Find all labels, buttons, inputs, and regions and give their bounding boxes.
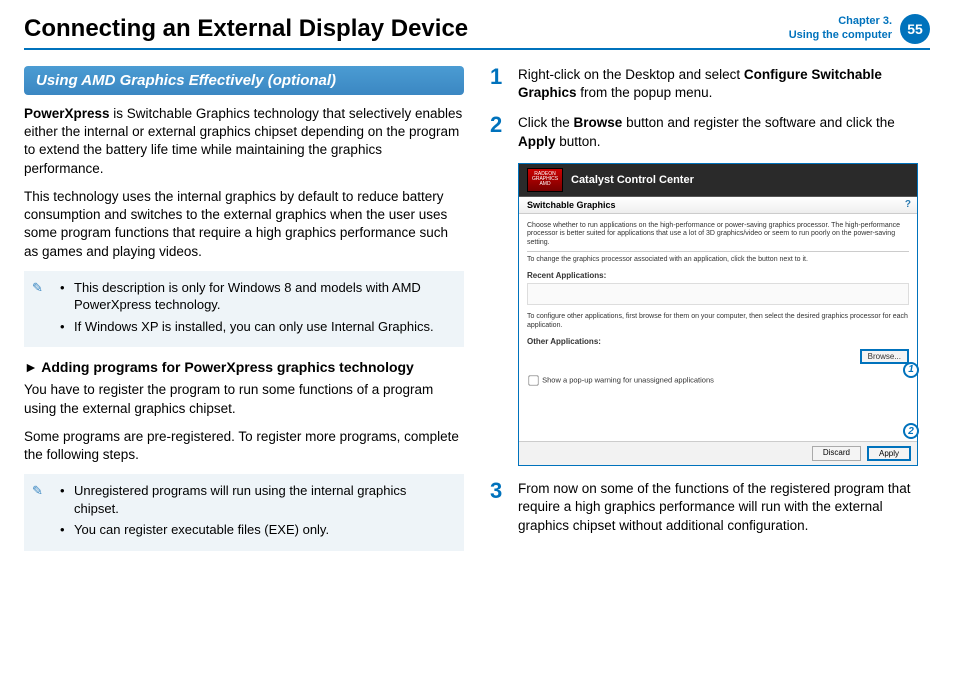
- page-title: Connecting an External Display Device: [24, 15, 789, 43]
- radeon-badge-icon: RADEON GRAPHICS AMD: [527, 168, 563, 192]
- warning-checkbox[interactable]: [528, 376, 538, 386]
- note-icon: ✎: [32, 482, 43, 500]
- step-number: 3: [490, 480, 508, 535]
- warning-checkbox-row: Show a pop-up warning for unassigned app…: [527, 370, 909, 391]
- paragraph-preregistered: Some programs are pre-registered. To reg…: [24, 428, 464, 464]
- ccc-description-3: To configure other applications, first b…: [527, 309, 909, 334]
- apply-button[interactable]: Apply: [867, 446, 911, 461]
- discard-button[interactable]: Discard: [812, 446, 861, 461]
- chapter-line1: Chapter 3.: [789, 15, 892, 29]
- step-3-text: From now on some of the functions of the…: [518, 480, 930, 535]
- paragraph-technology: This technology uses the internal graphi…: [24, 188, 464, 261]
- step-number: 1: [490, 66, 508, 102]
- other-applications-label: Other Applications:: [527, 337, 909, 346]
- note-box-1: ✎ This description is only for Windows 8…: [24, 271, 464, 348]
- step-3: 3 From now on some of the functions of t…: [490, 480, 930, 535]
- right-column: 1 Right-click on the Desktop and select …: [490, 66, 930, 563]
- section-heading: Using AMD Graphics Effectively (optional…: [24, 66, 464, 95]
- step-1: 1 Right-click on the Desktop and select …: [490, 66, 930, 102]
- ccc-title: Catalyst Control Center: [571, 174, 694, 186]
- step-2-mid: button and register the software and cli…: [622, 115, 894, 130]
- step-2-text: Click the Browse button and register the…: [518, 114, 930, 150]
- chapter-line2: Using the computer: [789, 29, 892, 43]
- catalyst-control-center-window: RADEON GRAPHICS AMD Catalyst Control Cen…: [518, 163, 918, 466]
- recent-applications-list: [527, 283, 909, 305]
- note1-item1: This description is only for Windows 8 a…: [60, 279, 454, 314]
- step-1-post: from the popup menu.: [577, 85, 713, 100]
- note-box-2: ✎ Unregistered programs will run using t…: [24, 474, 464, 551]
- step-1-text: Right-click on the Desktop and select Co…: [518, 66, 930, 102]
- term-powerxpress: PowerXpress: [24, 106, 110, 121]
- step-2: 2 Click the Browse button and register t…: [490, 114, 930, 150]
- paragraph-register: You have to register the program to run …: [24, 381, 464, 417]
- step-1-pre: Right-click on the Desktop and select: [518, 67, 744, 82]
- note2-item2: You can register executable files (EXE) …: [60, 521, 454, 539]
- left-column: Using AMD Graphics Effectively (optional…: [24, 66, 464, 563]
- step-2-bold2: Apply: [518, 134, 556, 149]
- note2-item1: Unregistered programs will run using the…: [60, 482, 454, 517]
- step-2-pre: Click the: [518, 115, 574, 130]
- recent-applications-label: Recent Applications:: [527, 271, 909, 280]
- step-number: 2: [490, 114, 508, 150]
- ccc-titlebar: RADEON GRAPHICS AMD Catalyst Control Cen…: [519, 164, 917, 197]
- help-icon[interactable]: ?: [905, 199, 911, 210]
- note1-item2: If Windows XP is installed, you can only…: [60, 318, 454, 336]
- page-number-badge: 55: [900, 14, 930, 44]
- step-2-post: button.: [556, 134, 601, 149]
- ccc-body: Choose whether to run applications on th…: [519, 214, 917, 441]
- callout-1: 1: [903, 362, 919, 378]
- browse-button[interactable]: Browse...: [860, 349, 909, 364]
- warning-checkbox-label: Show a pop-up warning for unassigned app…: [542, 376, 714, 385]
- paragraph-powerxpress: PowerXpress is Switchable Graphics techn…: [24, 105, 464, 178]
- step-2-bold1: Browse: [574, 115, 623, 130]
- ccc-section-header: Switchable Graphics ?: [519, 197, 917, 214]
- ccc-section-title: Switchable Graphics: [527, 200, 616, 210]
- note-icon: ✎: [32, 279, 43, 297]
- ccc-description-2: To change the graphics processor associa…: [527, 252, 909, 268]
- ccc-footer: Discard Apply: [519, 441, 917, 465]
- ccc-description-1: Choose whether to run applications on th…: [527, 218, 909, 252]
- sub-heading-adding-programs: ► Adding programs for PowerXpress graphi…: [24, 359, 464, 375]
- page-header: Connecting an External Display Device Ch…: [24, 14, 930, 50]
- chapter-label: Chapter 3. Using the computer: [789, 15, 892, 43]
